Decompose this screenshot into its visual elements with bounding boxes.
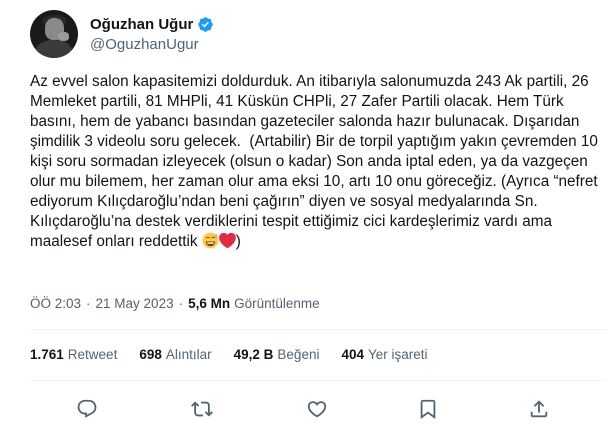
author-info: Oğuzhan Uğur @OguzhanUgur [90,16,214,53]
share-button[interactable] [528,398,552,422]
avatar[interactable] [30,10,78,58]
stat-label: Yer işareti [368,347,428,362]
stat-retweets[interactable]: 1.761 Retweet [30,347,117,362]
reply-button[interactable] [76,398,100,422]
stat-count: 1.761 [30,347,64,362]
tweet-header: Oğuzhan Uğur @OguzhanUgur [30,10,214,58]
share-icon [530,400,548,418]
retweet-button[interactable] [191,398,215,422]
stat-label: Alıntılar [165,347,212,362]
heart-icon [307,401,327,418]
engagement-stats: 1.761 Retweet 698 Alıntılar 49,2 B Beğen… [30,347,450,362]
tweet-actions [0,396,613,426]
sweat-smile-emoji-icon [202,232,219,249]
verified-badge-icon [198,16,214,32]
reply-icon [77,399,97,418]
red-heart-emoji-icon [218,232,236,249]
author-display-name[interactable]: Oğuzhan Uğur [90,16,193,33]
retweet-icon [191,401,213,417]
views-label: Görüntülenme [234,296,320,311]
stat-count: 698 [139,347,162,362]
stat-bookmarks[interactable]: 404 Yer işareti [341,347,427,362]
stat-label: Retweet [67,347,118,362]
tweet-time[interactable]: ÖÖ 2:03 [30,296,81,311]
tweet-meta: ÖÖ 2:03 · 21 May 2023 · 5,6 Mn Görüntüle… [30,296,320,311]
bookmark-button[interactable] [417,398,441,422]
views-count: 5,6 Mn [188,296,231,311]
divider [30,329,607,330]
stat-quotes[interactable]: 698 Alıntılar [139,347,211,362]
stat-count: 404 [341,347,364,362]
tweet-text-end: ) [235,233,241,250]
tweet-date[interactable]: 21 May 2023 [96,296,174,311]
like-button[interactable] [306,398,330,422]
stat-likes[interactable]: 49,2 B Beğeni [234,347,320,362]
stat-label: Beğeni [277,347,320,362]
bookmark-icon [420,399,436,420]
meta-separator: · [86,296,91,311]
author-handle[interactable]: @OguzhanUgur [90,36,214,53]
stat-count: 49,2 B [233,347,274,362]
tweet-text: Az evvel salon kapasitemizi doldurduk. A… [30,72,605,252]
divider [30,380,607,381]
tweet-text-body: Az evvel salon kapasitemizi doldurduk. A… [30,73,603,250]
meta-separator: · [178,296,184,311]
